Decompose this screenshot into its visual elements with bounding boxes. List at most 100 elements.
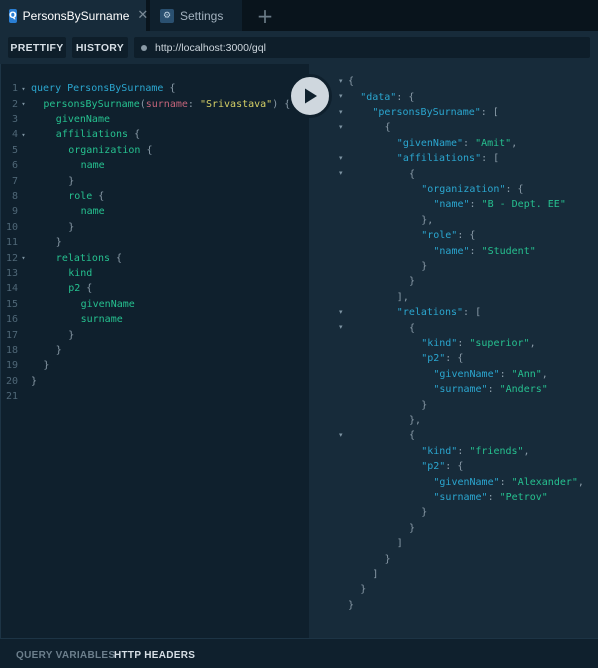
code-token: } bbox=[68, 221, 75, 233]
json-token: "kind" bbox=[421, 337, 458, 349]
editor-line: 17} bbox=[0, 327, 74, 342]
editor-line: 5 organization { bbox=[0, 143, 153, 158]
json-token: } bbox=[348, 599, 355, 611]
json-token: "affiliations" bbox=[396, 153, 482, 165]
gear-icon: ⚙ bbox=[160, 8, 174, 23]
tab-query-variables[interactable]: QUERY VARIABLES bbox=[16, 650, 115, 661]
editor-line: 13 kind bbox=[0, 266, 92, 281]
code-token: givenName bbox=[80, 298, 135, 310]
fold-arrow-icon[interactable]: ▾ bbox=[339, 431, 347, 439]
code-token: } bbox=[55, 344, 62, 356]
json-token: "relations" bbox=[396, 307, 464, 319]
json-token: { bbox=[409, 322, 416, 334]
json-token: "friends" bbox=[469, 445, 524, 457]
result-line: "data": { bbox=[360, 89, 414, 104]
result-line: { bbox=[348, 74, 354, 89]
tab-personsbysurname[interactable]: Q PersonsBySurname ✕ bbox=[0, 0, 148, 31]
line-number: 4 bbox=[11, 129, 18, 141]
code-token: } bbox=[31, 375, 38, 387]
json-token: "surname" bbox=[433, 491, 488, 503]
result-line: } bbox=[385, 551, 391, 566]
json-token: ] bbox=[396, 538, 403, 550]
endpoint-url-input[interactable]: http://localhost:3000/gql bbox=[134, 37, 590, 58]
fold-arrow-icon[interactable]: ▾ bbox=[339, 77, 347, 85]
json-token: } bbox=[409, 276, 416, 288]
fold-arrow-icon[interactable]: ▾ bbox=[339, 123, 347, 131]
tab-http-headers[interactable]: HTTP HEADERS bbox=[114, 650, 195, 661]
json-token: : bbox=[487, 384, 500, 396]
result-line: "p2": { bbox=[421, 459, 463, 474]
code-token: p2 bbox=[68, 283, 81, 295]
json-token: : { bbox=[457, 230, 476, 242]
json-token: : bbox=[487, 491, 500, 503]
result-line: ], bbox=[397, 290, 409, 305]
line-number: 16 bbox=[5, 314, 18, 326]
code-token: name bbox=[80, 160, 105, 172]
result-line: { bbox=[409, 166, 415, 181]
result-line: }, bbox=[421, 213, 433, 228]
fold-arrow-icon[interactable]: ▾ bbox=[339, 108, 347, 116]
code-token: name bbox=[80, 206, 105, 218]
code-token: "Srivastava" bbox=[199, 98, 273, 110]
execute-query-button[interactable] bbox=[288, 74, 332, 118]
result-line: } bbox=[409, 521, 415, 536]
json-token: } bbox=[421, 399, 428, 411]
add-tab-icon[interactable]: + bbox=[252, 0, 278, 31]
json-token: "Anders" bbox=[499, 384, 548, 396]
result-line: "organization": { bbox=[421, 182, 523, 197]
json-token: "Alexander" bbox=[511, 476, 578, 488]
code-token: givenName bbox=[55, 113, 110, 125]
json-token: : [ bbox=[480, 106, 499, 118]
line-number: 7 bbox=[11, 175, 18, 187]
fold-arrow-icon[interactable]: ▾ bbox=[18, 100, 29, 108]
history-button[interactable]: HISTORY bbox=[72, 37, 128, 58]
json-token: : bbox=[469, 245, 482, 257]
code-token: kind bbox=[68, 267, 93, 279]
json-token: } bbox=[421, 507, 428, 519]
fold-arrow-icon[interactable]: ▾ bbox=[339, 323, 347, 331]
code-token: { bbox=[128, 129, 141, 141]
fold-arrow-icon[interactable]: ▾ bbox=[18, 254, 29, 262]
prettify-button[interactable]: PRETTIFY bbox=[8, 37, 66, 58]
result-line: } bbox=[421, 505, 427, 520]
close-icon[interactable]: ✕ bbox=[137, 8, 148, 23]
json-token: "p2" bbox=[421, 461, 446, 473]
result-line: "affiliations": [ bbox=[397, 151, 499, 166]
line-number: 1 bbox=[11, 83, 18, 95]
line-number: 19 bbox=[5, 360, 18, 372]
json-token: } bbox=[421, 260, 428, 272]
code-token: } bbox=[68, 175, 75, 187]
fold-arrow-icon[interactable]: ▾ bbox=[18, 131, 29, 139]
json-token: , bbox=[511, 137, 518, 149]
tab-settings[interactable]: ⚙ Settings bbox=[150, 0, 242, 31]
editor-line: 4 ▾ affiliations { bbox=[0, 127, 140, 142]
result-line: "name": "B - Dept. EE" bbox=[433, 197, 565, 212]
result-line: "role": { bbox=[421, 228, 475, 243]
fold-arrow-icon[interactable]: ▾ bbox=[339, 154, 347, 162]
line-number: 21 bbox=[5, 391, 18, 403]
fold-arrow-icon[interactable]: ▾ bbox=[339, 308, 347, 316]
editor-line: 19} bbox=[0, 358, 49, 373]
line-number: 6 bbox=[11, 160, 18, 172]
line-number: 12 bbox=[5, 252, 18, 264]
fold-arrow-icon[interactable]: ▾ bbox=[18, 85, 29, 93]
endpoint-url-text: http://localhost:3000/gql bbox=[155, 41, 266, 54]
fold-arrow-icon[interactable]: ▾ bbox=[339, 169, 347, 177]
json-token: ], bbox=[396, 291, 409, 303]
code-token: query bbox=[31, 83, 68, 95]
json-token: { bbox=[409, 430, 416, 442]
json-token: "givenName" bbox=[433, 476, 500, 488]
json-token: "role" bbox=[421, 230, 458, 242]
json-token: : { bbox=[445, 353, 464, 365]
json-token: "data" bbox=[360, 91, 397, 103]
json-token: "personsBySurname" bbox=[372, 106, 481, 118]
json-token: : { bbox=[396, 91, 415, 103]
json-token: ] bbox=[372, 568, 379, 580]
json-token: }, bbox=[421, 214, 434, 226]
editor-line: 1 ▾ query PersonsBySurname { bbox=[0, 81, 176, 96]
line-number: 11 bbox=[5, 237, 18, 249]
json-token: : bbox=[499, 476, 512, 488]
line-number: 3 bbox=[11, 113, 18, 125]
fold-arrow-icon[interactable]: ▾ bbox=[339, 92, 347, 100]
json-token: : bbox=[457, 337, 470, 349]
